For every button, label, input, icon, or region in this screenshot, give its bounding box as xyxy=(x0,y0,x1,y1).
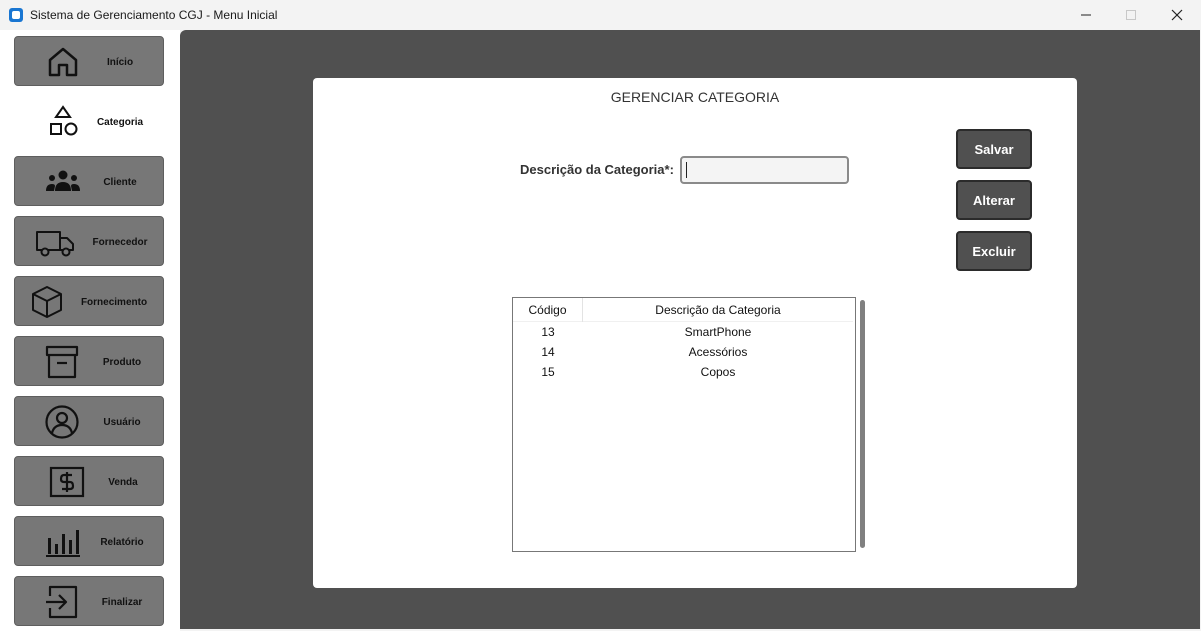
main-area: GERENCIAR CATEGORIA Descrição da Categor… xyxy=(180,30,1200,629)
shapes-icon xyxy=(50,105,78,136)
users-icon xyxy=(46,170,80,191)
box-icon xyxy=(32,286,62,318)
truck-icon xyxy=(36,231,74,257)
cell-description: Copos xyxy=(700,365,736,379)
maximize-button[interactable] xyxy=(1108,0,1154,30)
table-scrollbar[interactable] xyxy=(860,300,865,548)
category-description-label: Descrição da Categoria*: xyxy=(520,162,674,177)
column-header-code[interactable]: Código xyxy=(513,298,583,322)
sidebar-item-categoria[interactable]: Categoria xyxy=(14,96,164,146)
sidebar-item-fornecimento[interactable]: Fornecimento xyxy=(14,276,164,326)
home-icon xyxy=(48,47,78,77)
dollar-icon xyxy=(49,466,85,498)
sidebar: Início Categoria Cliente Fornecedor Forn… xyxy=(0,30,180,631)
cell-description: SmartPhone xyxy=(684,325,752,339)
archive-icon xyxy=(45,345,79,379)
close-button[interactable] xyxy=(1154,0,1200,30)
table-row[interactable]: 13 SmartPhone xyxy=(513,322,853,342)
table-row[interactable]: 14 Acessórios xyxy=(513,342,853,362)
user-circle-icon xyxy=(45,405,79,439)
text-caret xyxy=(686,162,687,178)
sidebar-item-label: Categoria xyxy=(96,116,144,128)
sidebar-item-label: Produto xyxy=(102,356,142,368)
maximize-icon xyxy=(1126,10,1136,20)
category-panel: GERENCIAR CATEGORIA Descrição da Categor… xyxy=(313,78,1077,588)
sidebar-item-cliente[interactable]: Cliente xyxy=(14,156,164,206)
window-title: Sistema de Gerenciamento CGJ - Menu Inic… xyxy=(30,8,278,22)
close-icon xyxy=(1171,9,1183,21)
save-button[interactable]: Salvar xyxy=(956,129,1032,169)
app-icon xyxy=(9,8,23,22)
delete-button[interactable]: Excluir xyxy=(956,231,1032,271)
sidebar-item-relatorio[interactable]: Relatório xyxy=(14,516,164,566)
cell-code: 14 xyxy=(541,345,555,359)
category-description-input[interactable] xyxy=(680,156,849,184)
sidebar-item-produto[interactable]: Produto xyxy=(14,336,164,386)
sidebar-item-finalizar[interactable]: Finalizar xyxy=(14,576,164,626)
sidebar-item-label: Cliente xyxy=(103,176,137,188)
table-header: Código Descrição da Categoria xyxy=(513,298,853,322)
edit-button[interactable]: Alterar xyxy=(956,180,1032,220)
minimize-button[interactable] xyxy=(1063,0,1109,30)
bar-chart-icon xyxy=(46,530,80,557)
sidebar-item-label: Fornecimento xyxy=(80,296,148,308)
minimize-icon xyxy=(1081,14,1091,16)
sidebar-item-label: Usuário xyxy=(103,416,141,428)
sidebar-item-label: Início xyxy=(106,56,134,68)
sidebar-item-label: Relatório xyxy=(100,536,144,548)
cell-code: 13 xyxy=(541,325,555,339)
sidebar-item-inicio[interactable]: Início xyxy=(14,36,164,86)
sidebar-item-label: Finalizar xyxy=(101,596,143,608)
sidebar-item-usuario[interactable]: Usuário xyxy=(14,396,164,446)
sidebar-item-venda[interactable]: Venda xyxy=(14,456,164,506)
cell-description: Acessórios xyxy=(688,345,748,359)
category-table[interactable]: Código Descrição da Categoria 13 SmartPh… xyxy=(512,297,856,552)
table-row[interactable]: 15 Copos xyxy=(513,362,853,382)
page-title: GERENCIAR CATEGORIA xyxy=(610,89,780,105)
exit-icon xyxy=(46,585,78,619)
sidebar-item-label: Fornecedor xyxy=(92,236,148,248)
sidebar-item-label: Venda xyxy=(108,476,138,488)
column-header-description[interactable]: Descrição da Categoria xyxy=(583,298,853,322)
sidebar-item-fornecedor[interactable]: Fornecedor xyxy=(14,216,164,266)
cell-code: 15 xyxy=(541,365,555,379)
title-bar: Sistema de Gerenciamento CGJ - Menu Inic… xyxy=(0,0,1201,30)
